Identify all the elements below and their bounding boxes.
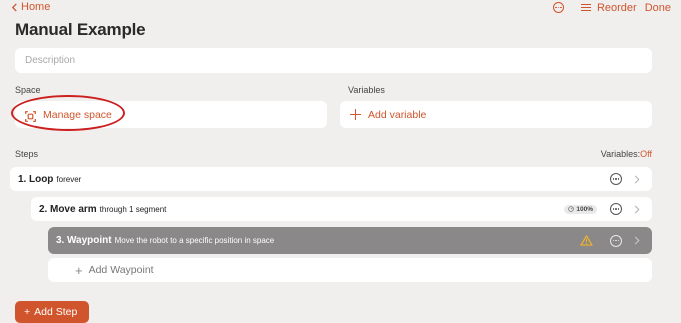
step-description: forever	[56, 174, 82, 184]
plus-icon: +	[24, 306, 31, 318]
reorder-icon	[580, 3, 591, 12]
plus-icon	[350, 109, 361, 120]
back-home-label: Home	[21, 1, 51, 13]
add-waypoint-content: + Add Waypoint	[75, 263, 154, 278]
step-name: Move arm	[49, 203, 97, 215]
chevron-left-icon	[11, 2, 17, 12]
reorder-button[interactable]: Reorder	[597, 2, 637, 14]
add-variable-label: Add variable	[368, 108, 427, 121]
more-options-icon[interactable]	[552, 2, 564, 13]
step-number: 2.	[39, 203, 48, 215]
step-more-icon[interactable]	[610, 203, 622, 215]
done-button[interactable]: Done	[645, 2, 671, 14]
steps-section-label: Steps	[15, 149, 39, 159]
variables-toggle[interactable]: Variables:Off	[601, 149, 652, 159]
step-row-waypoint[interactable]: 3. Waypoint Move the robot to a specific …	[48, 227, 652, 254]
step-name: Waypoint	[66, 235, 112, 246]
description-input[interactable]	[15, 48, 652, 73]
step-row-move-arm[interactable]: 2. Move arm through 1 segment 100%	[31, 197, 652, 221]
variables-section-label: Variables	[348, 85, 385, 95]
speed-badge[interactable]: 100%	[564, 204, 597, 214]
back-home-link[interactable]: Home	[11, 1, 50, 13]
manage-space-icon	[25, 109, 36, 122]
top-actions: Reorder Done	[552, 0, 671, 15]
add-variable-button[interactable]: Add variable	[340, 101, 652, 128]
chevron-right-icon[interactable]	[634, 205, 640, 214]
step-description: Move the robot to a specific position in…	[114, 236, 275, 245]
step-title: 1. Loop forever	[18, 174, 81, 185]
add-waypoint-button[interactable]: + Add Waypoint	[48, 258, 652, 282]
step-number: 3.	[56, 235, 65, 246]
variables-toggle-value: Off	[640, 149, 652, 159]
step-title: 2. Move arm through 1 segment	[39, 204, 166, 215]
step-row-loop[interactable]: 1. Loop forever	[10, 167, 652, 191]
step-number: 1.	[18, 173, 27, 185]
manage-space-button[interactable]: Manage space	[15, 101, 327, 128]
add-step-label: Add Step	[34, 306, 78, 318]
step-more-icon[interactable]	[610, 173, 622, 185]
chevron-right-icon[interactable]	[634, 175, 640, 184]
page-title: Manual Example	[15, 20, 146, 39]
manage-space-label: Manage space	[43, 108, 112, 121]
step-title: 3. Waypoint Move the robot to a specific …	[56, 235, 274, 246]
gauge-icon	[568, 206, 575, 212]
plus-icon: +	[75, 262, 83, 278]
variables-toggle-label: Variables:	[600, 149, 641, 159]
warning-icon[interactable]	[580, 235, 593, 246]
speed-badge-value: 100%	[576, 205, 593, 213]
chevron-right-icon[interactable]	[634, 236, 640, 245]
step-name: Loop	[28, 173, 54, 185]
add-step-button[interactable]: + Add Step	[15, 301, 89, 323]
space-section-label: Space	[15, 85, 41, 95]
add-waypoint-label: Add Waypoint	[88, 264, 154, 276]
step-description: through 1 segment	[99, 204, 167, 214]
step-more-icon[interactable]	[610, 234, 622, 247]
